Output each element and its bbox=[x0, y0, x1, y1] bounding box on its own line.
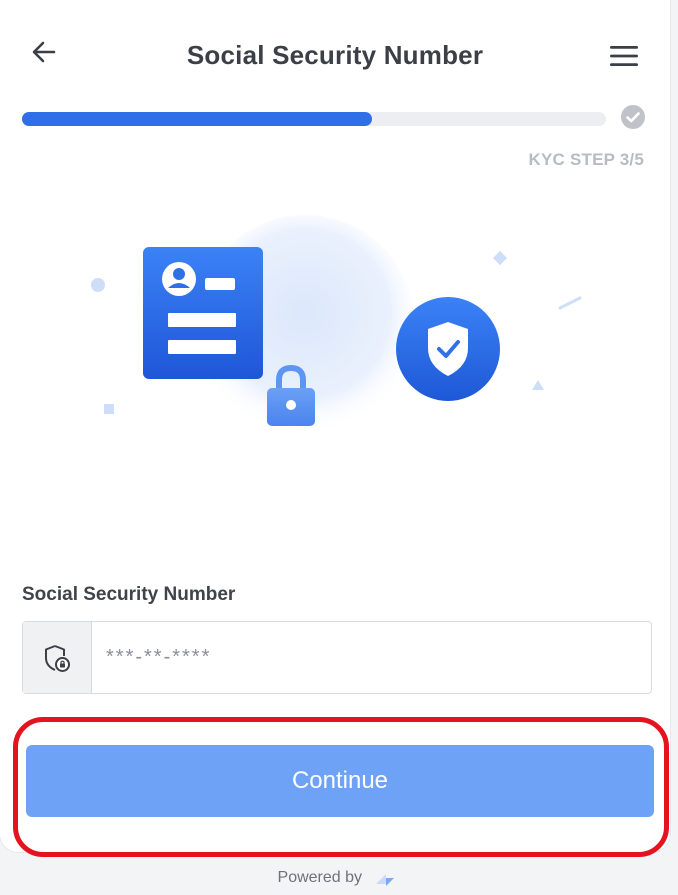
ssn-label: Social Security Number bbox=[22, 584, 236, 605]
step-label: KYC STEP 3/5 bbox=[528, 150, 644, 169]
input-addon bbox=[23, 622, 92, 693]
ssn-input-group bbox=[22, 621, 652, 694]
shield-check-icon bbox=[396, 297, 500, 401]
page-title: Social Security Number bbox=[186, 40, 484, 70]
decor-triangle bbox=[532, 380, 544, 390]
id-card-icon bbox=[143, 247, 263, 379]
shield-lock-icon bbox=[45, 644, 70, 672]
decor-line bbox=[558, 296, 582, 310]
brand-logo-icon bbox=[376, 874, 395, 886]
decor-dot bbox=[91, 278, 105, 292]
header: Social Security Number bbox=[0, 0, 670, 110]
check-circle-icon bbox=[621, 105, 645, 129]
kyc-illustration bbox=[91, 215, 582, 435]
menu-button[interactable] bbox=[604, 38, 644, 74]
powered-by-text: Powered by bbox=[277, 869, 363, 887]
powered-by-footer: Powered by bbox=[0, 868, 678, 888]
ssn-input[interactable] bbox=[92, 622, 651, 693]
decor-diamond bbox=[492, 250, 508, 266]
progress-fill bbox=[22, 112, 373, 126]
highlight-outline bbox=[13, 717, 669, 857]
hamburger-menu-icon bbox=[610, 46, 638, 66]
decor-square bbox=[104, 404, 114, 414]
progress-bar bbox=[22, 112, 606, 126]
